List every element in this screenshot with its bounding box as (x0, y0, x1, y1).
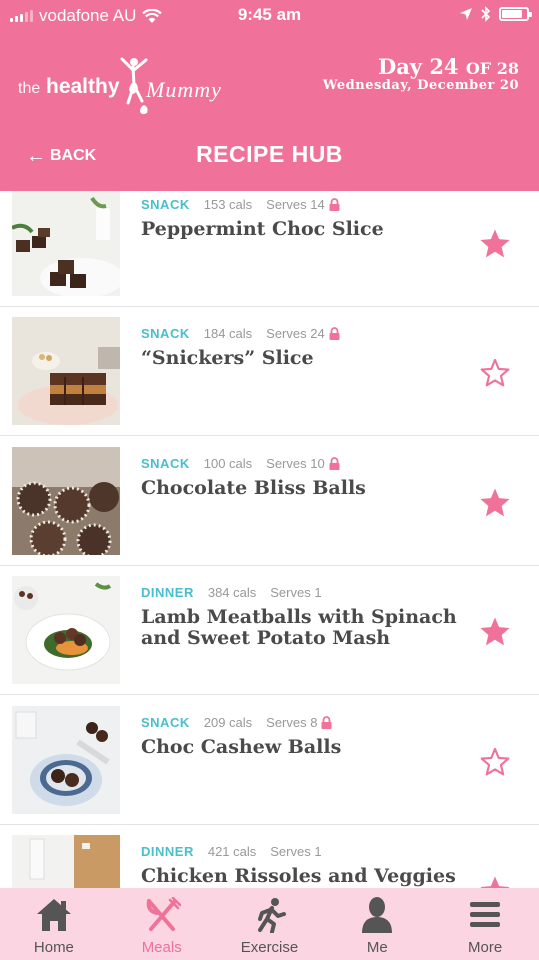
recipe-category: SNACK (141, 715, 190, 730)
favorite-star-filled-icon[interactable] (478, 486, 512, 520)
tab-home[interactable]: Home (0, 888, 108, 960)
recipe-category: SNACK (141, 326, 190, 341)
tab-more[interactable]: More (431, 888, 539, 960)
recipe-calories: 100 cals (203, 456, 253, 471)
favorite-star-filled-icon[interactable] (478, 874, 512, 888)
recipe-thumbnail (12, 317, 120, 425)
recipe-serves: Serves 1 (270, 585, 322, 600)
tab-label: Meals (141, 939, 182, 956)
recipe-meta: SNACK 184 cals Serves 24 (141, 326, 340, 341)
fork-knife-icon (146, 897, 181, 931)
recipe-calories: 384 cals (207, 585, 257, 600)
day-counter: Day 24 OF 28 (378, 54, 519, 79)
recipe-thumbnail (12, 706, 120, 814)
recipe-meta: DINNER 421 cals Serves 1 (141, 844, 322, 859)
recipe-title[interactable]: Lamb Meatballs with Spinach and Sweet Po… (141, 607, 471, 649)
person-icon (362, 897, 393, 933)
app-header: vodafone AU 9:45 am the healthy Mummy Da… (0, 0, 539, 191)
recipe-row[interactable]: DINNER 421 cals Serves 1 Chicken Rissole… (0, 825, 539, 888)
page-title: RECIPE HUB (196, 141, 343, 167)
recipe-row[interactable]: SNACK 184 cals Serves 24 “Snickers” Slic… (0, 307, 539, 436)
tab-exercise[interactable]: Exercise (216, 888, 324, 960)
lock-icon (329, 457, 340, 470)
favorite-star-outline-icon[interactable] (478, 745, 512, 779)
app-logo: the healthy Mummy (18, 55, 238, 115)
recipe-serves: Serves 24 (266, 326, 325, 341)
recipe-serves: Serves 14 (266, 197, 325, 212)
recipe-calories: 153 cals (203, 197, 253, 212)
logo-word-mummy: Mummy (146, 77, 222, 102)
recipe-title[interactable]: Chocolate Bliss Balls (141, 478, 471, 499)
recipe-meta: SNACK 209 cals Serves 8 (141, 715, 332, 730)
recipe-calories: 421 cals (207, 844, 257, 859)
tab-label: Exercise (240, 939, 299, 956)
location-arrow-icon (460, 8, 472, 20)
lock-icon (329, 198, 340, 211)
recipe-row[interactable]: DINNER 384 cals Serves 1 Lamb Meatballs … (0, 566, 539, 695)
favorite-star-outline-icon[interactable] (478, 356, 512, 390)
day-label: Day 24 (377, 54, 459, 79)
bottom-tab-bar: Home Meals Exercise Me More (0, 888, 539, 960)
tab-label: More (467, 939, 503, 956)
tab-label: Me (366, 939, 388, 956)
bluetooth-icon (481, 6, 491, 22)
recipe-category: DINNER (141, 585, 194, 600)
tab-me[interactable]: Me (323, 888, 431, 960)
recipe-list[interactable]: SNACK 153 cals Serves 14 Peppermint Choc… (0, 191, 539, 888)
home-icon (36, 899, 71, 931)
menu-icon (470, 902, 501, 927)
recipe-title[interactable]: Chicken Rissoles and Veggies (141, 866, 471, 887)
recipe-serves: Serves 1 (270, 844, 322, 859)
logo-word-healthy: healthy (46, 75, 120, 98)
recipe-title[interactable]: Choc Cashew Balls (141, 737, 471, 758)
recipe-row[interactable]: SNACK 100 cals Serves 10 Chocolate Bliss… (0, 437, 539, 566)
recipe-category: SNACK (141, 456, 190, 471)
runner-icon (258, 898, 287, 933)
recipe-serves: Serves 8 (266, 715, 318, 730)
lock-icon (321, 716, 332, 729)
logo-word-the: the (18, 80, 41, 97)
recipe-serves: Serves 10 (266, 456, 325, 471)
recipe-category: SNACK (141, 197, 190, 212)
recipe-thumbnail (12, 447, 120, 555)
recipe-thumbnail (12, 835, 120, 888)
status-bar: vodafone AU 9:45 am (0, 0, 539, 32)
status-right (459, 6, 532, 22)
recipe-calories: 184 cals (203, 326, 253, 341)
recipe-title[interactable]: “Snickers” Slice (141, 348, 471, 369)
recipe-row[interactable]: SNACK 153 cals Serves 14 Peppermint Choc… (0, 191, 539, 307)
current-date: Wednesday, December 20 (322, 78, 519, 93)
recipe-row[interactable]: SNACK 209 cals Serves 8 Choc Cashew Ball… (0, 696, 539, 825)
lock-icon (329, 327, 340, 340)
tab-label: Home (33, 939, 74, 956)
recipe-category: DINNER (141, 844, 194, 859)
recipe-thumbnail (12, 191, 120, 296)
recipe-meta: SNACK 100 cals Serves 10 (141, 456, 340, 471)
day-of-label: OF 28 (465, 59, 519, 78)
battery-icon (499, 7, 532, 21)
recipe-title[interactable]: Peppermint Choc Slice (141, 219, 471, 240)
recipe-calories: 209 cals (203, 715, 253, 730)
recipe-thumbnail (12, 576, 120, 684)
favorite-star-filled-icon[interactable] (478, 615, 512, 649)
recipe-meta: SNACK 153 cals Serves 14 (141, 197, 340, 212)
recipe-meta: DINNER 384 cals Serves 1 (141, 585, 322, 600)
favorite-star-filled-icon[interactable] (478, 227, 512, 261)
tab-meals[interactable]: Meals (108, 888, 216, 960)
